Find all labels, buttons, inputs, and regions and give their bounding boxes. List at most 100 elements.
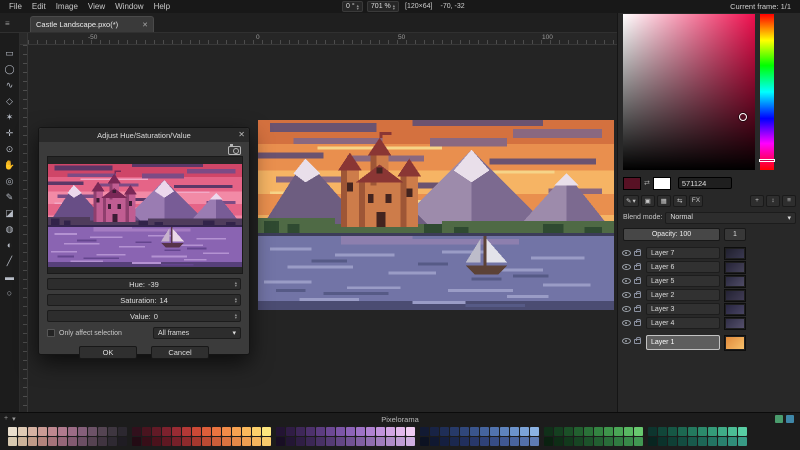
palette-swatch[interactable] (728, 427, 737, 436)
frame-1-header[interactable]: 1 (724, 228, 746, 241)
layer-row-layer-4[interactable]: Layer 4 (618, 317, 800, 330)
palette-swatch[interactable] (108, 437, 117, 446)
palette-swatch[interactable] (222, 427, 231, 436)
hue-spinbox[interactable]: Hue: -39 ▴▾ (47, 278, 241, 290)
canvas-artwork[interactable] (258, 120, 614, 310)
color-cursor[interactable] (739, 113, 747, 121)
palette-swatch[interactable] (88, 437, 97, 446)
palette-swatch[interactable] (634, 427, 643, 436)
palette-swatch[interactable] (182, 437, 191, 446)
palette-swatch[interactable] (276, 437, 285, 446)
palette-swatch[interactable] (98, 437, 107, 446)
visibility-eye-icon[interactable] (622, 306, 631, 312)
palette-swatch[interactable] (296, 427, 305, 436)
palette-swatch[interactable] (276, 427, 285, 436)
visibility-eye-icon[interactable] (622, 338, 631, 344)
palette-swatch[interactable] (554, 427, 563, 436)
value-spinner[interactable]: ▴▾ (235, 313, 237, 319)
lasso-tool-icon[interactable]: ∿ (1, 78, 18, 93)
palette-swatch[interactable] (316, 437, 325, 446)
palette-swatch[interactable] (406, 427, 415, 436)
palette-swatch[interactable] (490, 437, 499, 446)
palette-swatch[interactable] (8, 437, 17, 446)
shading-tool-icon[interactable]: ◐ (1, 238, 18, 253)
palette-swatch[interactable] (28, 437, 37, 446)
menu-help[interactable]: Help (149, 2, 175, 11)
ellipse-tool-icon[interactable]: ○ (1, 286, 18, 301)
layer-name[interactable]: Layer 5 (646, 275, 720, 287)
palette-swatch[interactable] (530, 427, 539, 436)
palette-swatch[interactable] (252, 427, 261, 436)
menu-image[interactable]: Image (51, 2, 83, 11)
palette-swatch[interactable] (678, 437, 687, 446)
palette-swatch[interactable] (450, 427, 459, 436)
palette-swatch[interactable] (420, 427, 429, 436)
palette-swatch[interactable] (510, 427, 519, 436)
palette-swatch[interactable] (28, 427, 37, 436)
palette-swatch[interactable] (688, 427, 697, 436)
palette-swatch[interactable] (634, 437, 643, 446)
palette-swatch[interactable] (286, 427, 295, 436)
frame-cel[interactable] (724, 303, 746, 316)
palette-swatch[interactable] (262, 437, 271, 446)
only-affect-selection-checkbox[interactable] (47, 329, 55, 337)
palette-swatch[interactable] (172, 437, 181, 446)
palette-swatch[interactable] (78, 427, 87, 436)
palette-swatch[interactable] (406, 437, 415, 446)
palette-swatch[interactable] (574, 437, 583, 446)
palette-swatch[interactable] (262, 427, 271, 436)
add-layer-button[interactable]: + (750, 195, 764, 207)
palette-swatch[interactable] (668, 427, 677, 436)
cancel-button[interactable]: Cancel (151, 346, 209, 359)
palette-swatch[interactable] (356, 437, 365, 446)
palette-swatch[interactable] (212, 437, 221, 446)
polygon-select-tool-icon[interactable]: ◇ (1, 94, 18, 109)
visibility-eye-icon[interactable] (622, 278, 631, 284)
move-tool-icon[interactable]: ✛ (1, 126, 18, 141)
palette-swatch[interactable] (530, 437, 539, 446)
layer-name[interactable]: Layer 2 (646, 289, 720, 301)
palette-swatch[interactable] (232, 437, 241, 446)
palette-swatch[interactable] (708, 427, 717, 436)
layer-row-layer-2[interactable]: Layer 2 (618, 289, 800, 302)
palette-swatch[interactable] (316, 427, 325, 436)
ok-button[interactable]: OK (79, 346, 137, 359)
palette-swatch[interactable] (386, 437, 395, 446)
palette-swatch[interactable] (48, 437, 57, 446)
palette-swatch[interactable] (366, 437, 375, 446)
grid-button[interactable]: ▦ (657, 195, 671, 207)
palette-swatch[interactable] (430, 427, 439, 436)
frame-cel[interactable] (724, 275, 746, 288)
magic-wand-tool-icon[interactable]: ✶ (1, 110, 18, 125)
frame-cel[interactable] (724, 247, 746, 260)
palette-swatch[interactable] (202, 427, 211, 436)
bucket-tool-icon[interactable]: ◍ (1, 222, 18, 237)
palette-swatch[interactable] (450, 437, 459, 446)
palette-swatch[interactable] (648, 437, 657, 446)
palette-swatch[interactable] (728, 437, 737, 446)
palette-swatch[interactable] (98, 427, 107, 436)
palette-swatch[interactable] (614, 437, 623, 446)
palette-swatch[interactable] (376, 427, 385, 436)
dialog-title-bar[interactable]: Adjust Hue/Saturation/Value ✕ (39, 128, 249, 142)
layer-name[interactable]: Layer 1 (646, 335, 720, 350)
color-picker-tool-icon[interactable]: ◎ (1, 174, 18, 189)
palette-swatch[interactable] (222, 437, 231, 446)
palette-swatch[interactable] (142, 427, 151, 436)
palette-swatch[interactable] (480, 427, 489, 436)
mirror-button[interactable]: ⇆ (673, 195, 687, 207)
palette-swatch[interactable] (242, 427, 251, 436)
frame-cel[interactable] (724, 335, 746, 351)
palette-swatch[interactable] (296, 437, 305, 446)
layer-menu-button[interactable]: ≡ (782, 195, 796, 207)
palette-swatch[interactable] (376, 437, 385, 446)
visibility-eye-icon[interactable] (622, 292, 631, 298)
palette-swatch[interactable] (118, 437, 127, 446)
palette-swatch[interactable] (182, 427, 191, 436)
palette-swatch[interactable] (658, 427, 667, 436)
palette-swatch[interactable] (718, 427, 727, 436)
zoom-tool-icon[interactable]: ⊙ (1, 142, 18, 157)
lock-icon[interactable] (634, 307, 641, 312)
hue-spinner[interactable]: ▴▾ (235, 281, 237, 287)
palette-swatch[interactable] (162, 437, 171, 446)
